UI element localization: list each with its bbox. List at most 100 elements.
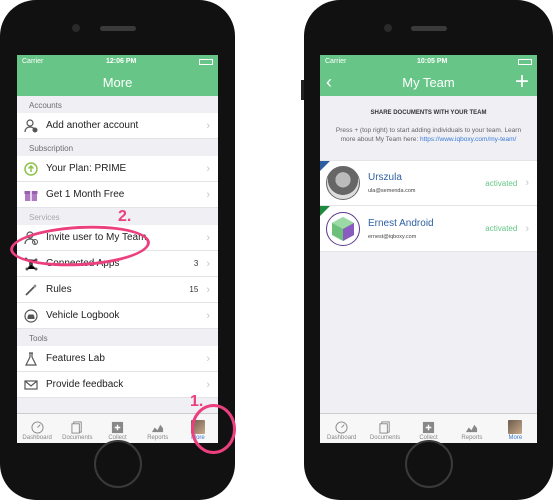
carrier-label: Carrier — [325, 58, 347, 65]
avatar — [326, 211, 360, 246]
tab-dashboard[interactable]: Dashboard — [320, 414, 363, 443]
status-bar: Carrier 12:06 PM — [17, 55, 218, 68]
member-email: ula@semenda.com — [368, 188, 416, 195]
your-plan-label: Your Plan: PRIME — [46, 163, 127, 174]
tab-dashboard[interactable]: Dashboard — [17, 414, 57, 443]
right-screen: Carrier 10:05 PM ‹ My Team + SHARE DOCUM… — [320, 55, 537, 443]
gauge-icon — [30, 420, 44, 434]
flask-icon — [23, 351, 39, 367]
rules-row[interactable]: Rules 15 › — [17, 277, 218, 303]
member-name: Urszula — [368, 172, 402, 184]
home-button[interactable] — [93, 440, 142, 488]
tab-label: Documents — [62, 435, 93, 441]
car-icon — [23, 308, 39, 324]
chevron-right-icon: › — [206, 119, 210, 132]
member-email: ernest@iqboxy.com — [368, 233, 417, 240]
chevron-right-icon: › — [525, 222, 529, 235]
get-free-label: Get 1 Month Free — [46, 189, 125, 200]
page-title: More — [102, 74, 133, 90]
tab-label: Reports — [461, 435, 483, 441]
documents-icon — [378, 420, 392, 434]
chevron-right-icon: › — [206, 231, 210, 244]
tab-label: Dashboard — [327, 435, 357, 441]
add-account-label: Add another account — [46, 120, 139, 131]
member-row-urszula[interactable]: Urszula ula@semenda.com activated › — [320, 160, 537, 207]
nav-bar: ‹ My Team + — [320, 68, 537, 96]
member-status: activated — [485, 178, 518, 188]
rules-label: Rules — [46, 284, 72, 295]
tab-collect[interactable]: Collect — [407, 414, 450, 443]
tab-reports[interactable]: Reports — [450, 414, 493, 443]
tab-more[interactable]: More — [494, 414, 537, 443]
tab-documents[interactable]: Documents — [57, 414, 97, 443]
page-title: My Team — [402, 74, 455, 90]
carrier-label: Carrier — [22, 58, 44, 65]
tab-bar: Dashboard Documents Collect Reports More — [17, 413, 218, 443]
member-row-ernest[interactable]: Ernest Android ernest@iqboxy.com activat… — [320, 206, 537, 253]
tab-label: Documents — [369, 435, 401, 441]
chevron-right-icon: › — [206, 162, 210, 175]
tab-label: More — [508, 435, 523, 441]
chevron-right-icon: › — [206, 188, 210, 201]
documents-icon — [70, 420, 84, 434]
right-phone: Carrier 10:05 PM ‹ My Team + SHARE DOCUM… — [301, 0, 553, 500]
plus-box-icon — [111, 420, 125, 434]
section-tools: Tools — [29, 334, 48, 343]
camera — [72, 24, 80, 32]
step-2-label: 2. — [118, 208, 132, 225]
section-accounts: Accounts — [29, 101, 62, 110]
envelope-icon — [23, 377, 39, 393]
connected-apps-count: 3 — [193, 259, 199, 268]
member-status: activated — [485, 224, 518, 234]
chart-icon — [151, 420, 165, 434]
tab-documents[interactable]: Documents — [363, 414, 406, 443]
share-description: Press + (top right) to start adding indi… — [320, 116, 537, 144]
chevron-right-icon: › — [206, 378, 210, 391]
tab-label: Reports — [147, 435, 169, 441]
speaker — [410, 26, 447, 31]
add-member-button[interactable]: + — [515, 68, 529, 96]
my-team-link[interactable]: https://www.iqboxy.com/my-team/ — [420, 136, 516, 143]
chevron-right-icon: › — [525, 177, 529, 190]
vehicle-logbook-row[interactable]: Vehicle Logbook › — [17, 303, 218, 329]
tab-collect[interactable]: Collect — [97, 414, 137, 443]
your-plan-row[interactable]: Your Plan: PRIME › — [17, 156, 218, 182]
gift-icon — [23, 187, 39, 203]
add-account-row[interactable]: Add another account › — [17, 113, 218, 139]
gauge-icon — [335, 420, 349, 434]
battery-icon — [518, 58, 532, 65]
magic-wand-icon — [23, 282, 39, 298]
features-lab-label: Features Lab — [46, 353, 105, 364]
get-free-row[interactable]: Get 1 Month Free › — [17, 182, 218, 208]
chevron-right-icon: › — [206, 283, 210, 296]
member-name: Ernest Android — [368, 217, 434, 229]
plus-box-icon — [422, 420, 436, 434]
nav-bar: More — [17, 68, 218, 96]
chevron-right-icon: › — [206, 352, 210, 365]
add-user-icon — [23, 118, 39, 134]
provide-feedback-row[interactable]: Provide feedback › — [17, 372, 218, 398]
chevron-right-icon: › — [206, 309, 210, 322]
tab-reports[interactable]: Reports — [138, 414, 178, 443]
step-1-label: 1. — [190, 393, 204, 410]
arrow-up-icon — [23, 161, 39, 177]
back-chevron-icon[interactable]: ‹ — [326, 72, 332, 93]
tab-bar: Dashboard Documents Collect Reports More — [320, 413, 537, 443]
provide-feedback-label: Provide feedback — [46, 379, 124, 390]
features-lab-row[interactable]: Features Lab › — [17, 346, 218, 372]
role-badge — [320, 161, 330, 172]
battery-icon — [199, 58, 213, 65]
avatar — [508, 420, 523, 434]
avatar — [326, 166, 360, 201]
highlight-more-tab-circle — [191, 404, 236, 454]
home-button[interactable] — [404, 440, 453, 488]
vehicle-logbook-label: Vehicle Logbook — [46, 310, 120, 321]
tab-label: Dashboard — [22, 435, 52, 441]
share-title: SHARE DOCUMENTS WITH YOUR TEAM — [370, 110, 487, 116]
speaker — [99, 26, 136, 31]
clock: 10:05 PM — [417, 58, 448, 65]
role-badge — [320, 206, 330, 217]
section-subscription: Subscription — [29, 144, 74, 153]
camera — [384, 24, 392, 32]
chevron-right-icon: › — [206, 257, 210, 270]
